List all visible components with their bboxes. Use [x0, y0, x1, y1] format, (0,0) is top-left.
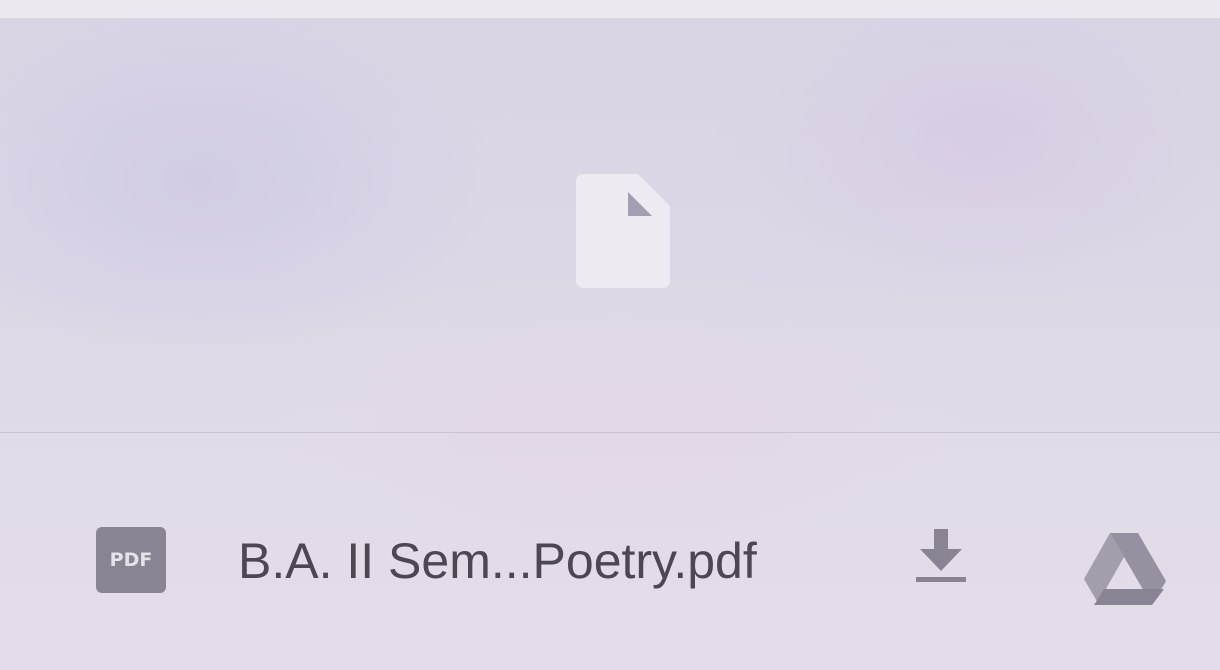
download-icon [916, 529, 966, 582]
google-drive-icon [1084, 533, 1166, 605]
file-preview-screen: PDF B.A. II Sem...Poetry.pdf [0, 0, 1220, 670]
top-edge [0, 0, 1220, 18]
pdf-icon: PDF [96, 527, 166, 593]
file-info-bar: PDF B.A. II Sem...Poetry.pdf [0, 433, 1220, 670]
download-button[interactable] [908, 525, 974, 591]
generic-file-icon [576, 174, 670, 288]
save-to-drive-button[interactable] [1082, 531, 1168, 607]
preview-area [0, 18, 1220, 432]
file-name: B.A. II Sem...Poetry.pdf [238, 533, 757, 589]
